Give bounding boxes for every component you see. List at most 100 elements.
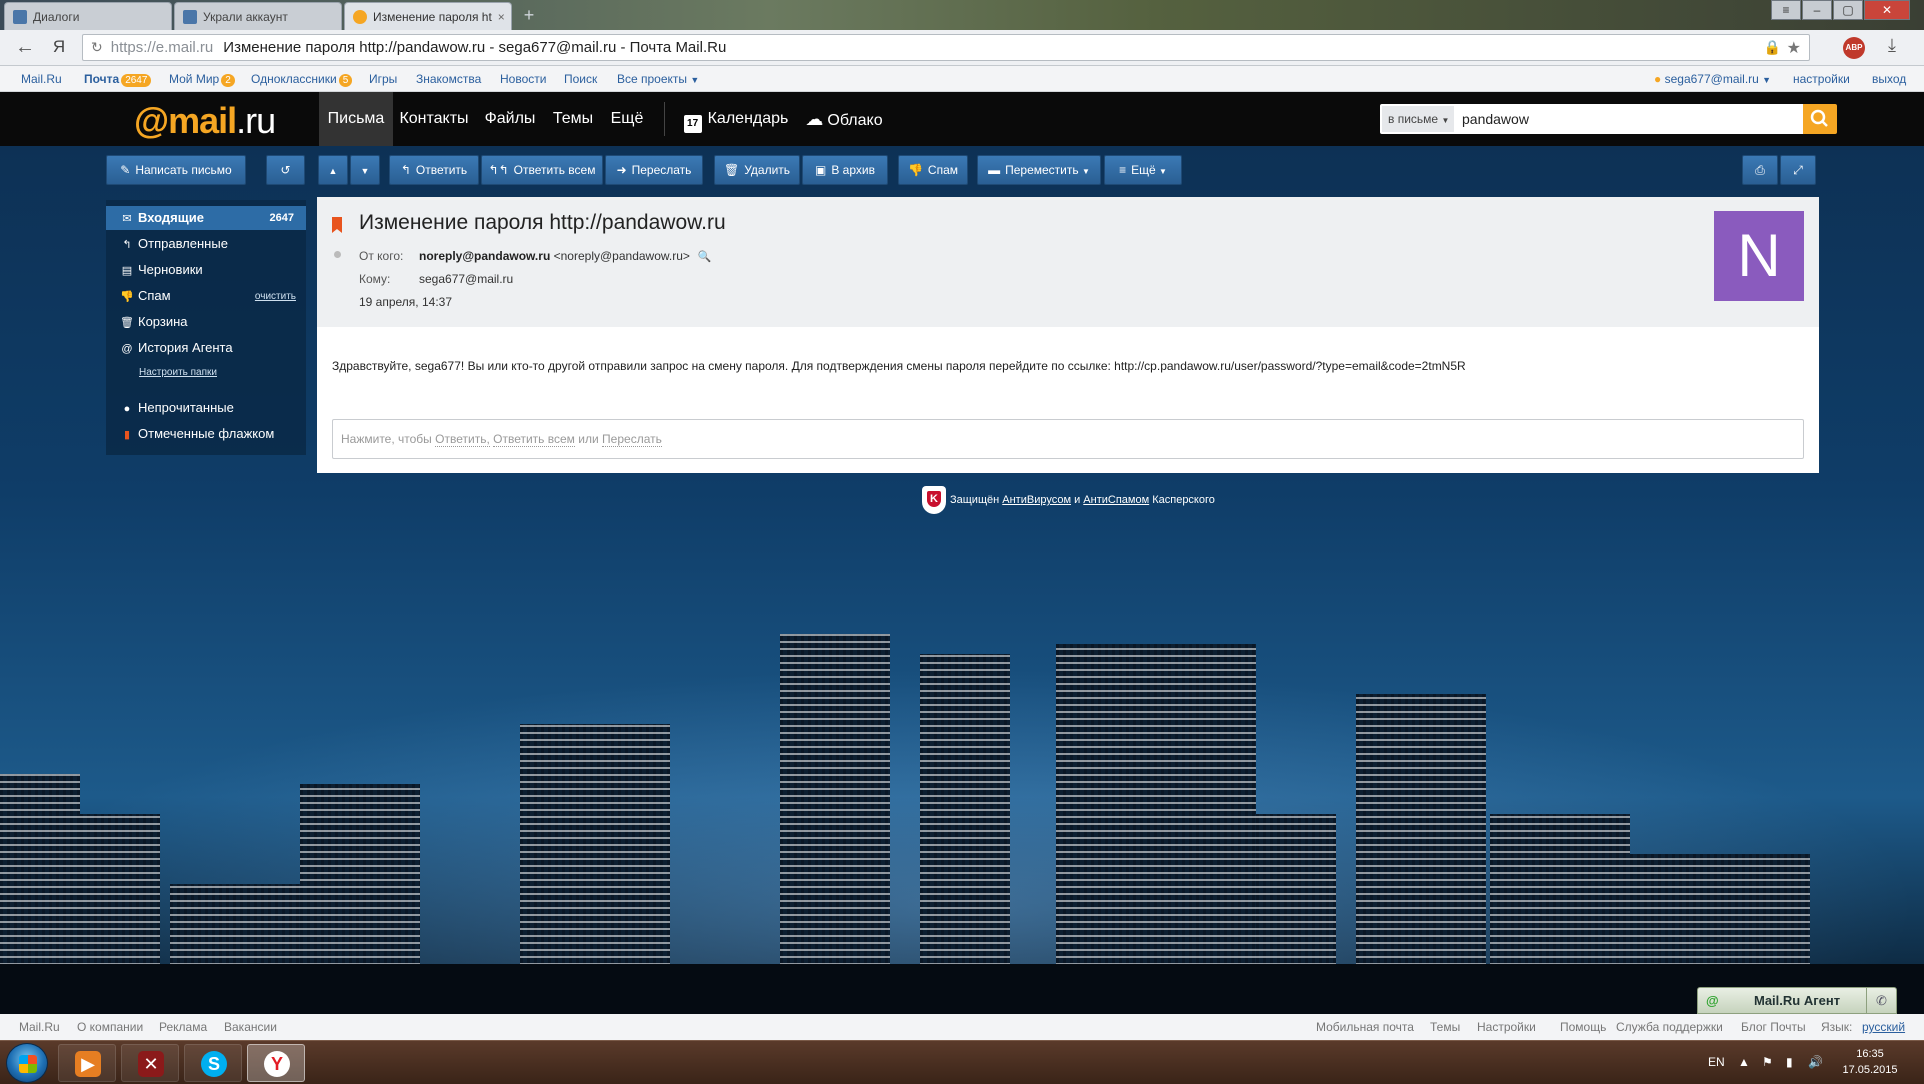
footer-link-ads[interactable]: Реклама: [159, 1020, 207, 1034]
sidebar-item-inbox[interactable]: ✉ Входящие 2647: [106, 206, 306, 230]
search-icon: [1810, 109, 1828, 127]
tray-expand-icon[interactable]: ▲: [1738, 1055, 1750, 1069]
archive-button[interactable]: ▣ В архив: [802, 155, 888, 185]
sidebar-item-trash[interactable]: 🗑 Корзина: [106, 310, 306, 334]
taskbar-app-skype[interactable]: S: [184, 1044, 242, 1082]
network-icon[interactable]: ▮: [1786, 1055, 1793, 1069]
nav-cloud[interactable]: ☁ Облако: [802, 92, 886, 146]
read-status-icon[interactable]: [334, 251, 341, 258]
compose-button[interactable]: ✎ Написать письмо: [106, 155, 246, 185]
portal-link-news[interactable]: Новости: [500, 72, 546, 86]
sidebar-item-drafts[interactable]: ▤ Черновики: [106, 258, 306, 282]
portal-link-mail[interactable]: Почта 2647: [84, 72, 152, 87]
search-button[interactable]: [1803, 104, 1837, 134]
prev-message-button[interactable]: ▲: [318, 155, 348, 185]
yandex-button[interactable]: Я: [48, 37, 70, 59]
reply-button[interactable]: ↰ Ответить: [389, 155, 479, 185]
portal-link-all-projects[interactable]: Все проекты ▼: [617, 72, 699, 86]
footer-link-settings[interactable]: Настройки: [1477, 1020, 1536, 1034]
portal-link-search[interactable]: Поиск: [564, 72, 597, 86]
portal-link-mailru[interactable]: Mail.Ru: [21, 72, 62, 86]
browser-tab-stolen-account[interactable]: Украли аккаунт: [174, 2, 342, 30]
spam-button[interactable]: 👎 Спам: [898, 155, 968, 185]
browser-tab-dialogs[interactable]: Диалоги: [4, 2, 172, 30]
portal-link-settings[interactable]: настройки: [1793, 72, 1850, 86]
portal-link-logout[interactable]: выход: [1872, 72, 1906, 86]
quick-forward-link[interactable]: Переслать: [602, 432, 662, 447]
sidebar-item-agent-history[interactable]: @ История Агента: [106, 336, 306, 360]
setup-folders-link[interactable]: Настроить папки: [139, 367, 217, 378]
search-box[interactable]: в письме ▼ pandawow ▼: [1380, 104, 1820, 134]
footer-link-mailru[interactable]: Mail.Ru: [19, 1020, 60, 1034]
quick-reply-all-link[interactable]: Ответить всем: [493, 432, 575, 447]
maximize-icon[interactable]: ▢: [1833, 0, 1863, 20]
reload-icon[interactable]: ↻: [91, 39, 103, 56]
search-sender-icon[interactable]: 🔍: [698, 251, 712, 263]
download-icon[interactable]: ⤓: [1888, 35, 1896, 56]
footer-lang-select[interactable]: русский: [1862, 1020, 1905, 1034]
quick-reply-field[interactable]: Нажмите, чтобы Ответить, Ответить всем и…: [332, 419, 1804, 459]
move-button[interactable]: ▬ Переместить ▼: [977, 155, 1101, 185]
reply-all-button[interactable]: ↰↰ Ответить всем: [481, 155, 603, 185]
mailru-logo[interactable]: @mail.ru: [134, 100, 276, 142]
nav-letters[interactable]: Письма: [319, 92, 393, 146]
quick-reply-link[interactable]: Ответить,: [435, 432, 490, 447]
flag-icon[interactable]: [332, 217, 342, 233]
mailru-agent-widget[interactable]: @ Mail.Ru Агент ✆: [1697, 987, 1897, 1014]
nav-contacts[interactable]: Контакты: [396, 92, 472, 146]
new-tab-button[interactable]: +: [518, 6, 540, 26]
nav-files[interactable]: Файлы: [476, 92, 544, 146]
taskbar-clock[interactable]: 16:35 17.05.2015: [1840, 1046, 1900, 1078]
footer-link-blog[interactable]: Блог Почты: [1741, 1020, 1806, 1034]
forward-button[interactable]: ➜ Переслать: [605, 155, 703, 185]
portal-link-odnoklassniki[interactable]: Одноклассники 5: [251, 72, 353, 87]
footer-link-themes[interactable]: Темы: [1430, 1020, 1460, 1034]
menu-icon[interactable]: ≡: [1771, 0, 1801, 20]
portal-link-games[interactable]: Игры: [369, 72, 397, 86]
print-button[interactable]: ⎙: [1742, 155, 1778, 185]
footer-link-help[interactable]: Помощь: [1560, 1020, 1606, 1034]
search-scope-select[interactable]: в письме ▼: [1382, 106, 1454, 132]
url-field[interactable]: ↻ https://e.mail.ru Изменение пароля htt…: [82, 34, 1810, 61]
input-language[interactable]: EN: [1708, 1055, 1725, 1069]
browser-tab-active[interactable]: Изменение пароля ht ×: [344, 2, 512, 30]
delete-button[interactable]: 🗑 Удалить: [714, 155, 800, 185]
close-icon[interactable]: ×: [492, 10, 505, 24]
footer-link-support[interactable]: Служба поддержки: [1616, 1020, 1723, 1034]
draft-icon: ▤: [121, 265, 133, 277]
minimize-icon[interactable]: –: [1802, 0, 1832, 20]
action-center-icon[interactable]: ⚑: [1762, 1055, 1773, 1069]
nav-themes[interactable]: Темы: [546, 92, 600, 146]
undo-button[interactable]: ↺: [266, 155, 305, 185]
nav-calendar[interactable]: 17 Календарь: [682, 92, 790, 146]
bookmark-star-icon[interactable]: ★: [1787, 38, 1801, 58]
nav-more[interactable]: Ещё: [604, 92, 650, 146]
user-menu[interactable]: ● sega677@mail.ru ▼: [1654, 72, 1771, 86]
antispam-link[interactable]: АнтиСпамом: [1083, 494, 1149, 506]
taskbar-app-media-player[interactable]: ▶: [58, 1044, 116, 1082]
more-button[interactable]: ≡ Ещё ▼: [1104, 155, 1182, 185]
footer-link-jobs[interactable]: Вакансии: [224, 1020, 277, 1034]
sidebar-item-unread[interactable]: ● Непрочитанные: [106, 396, 306, 420]
start-button[interactable]: [6, 1043, 48, 1083]
sender-name[interactable]: noreply@pandawow.ru: [419, 249, 550, 263]
window-close-icon[interactable]: ✕: [1864, 0, 1910, 20]
taskbar-app-yandex-browser[interactable]: Y: [247, 1044, 305, 1082]
sidebar-item-flagged[interactable]: ▮ Отмеченные флажком: [106, 422, 306, 446]
sidebar-item-sent[interactable]: ↰ Отправленные: [106, 232, 306, 256]
back-button[interactable]: ←: [14, 37, 36, 59]
taskbar-app-dota[interactable]: ✕: [121, 1044, 179, 1082]
footer-link-mobile[interactable]: Мобильная почта: [1316, 1020, 1414, 1034]
clear-spam-link[interactable]: очистить: [255, 285, 296, 309]
next-message-button[interactable]: ▼: [350, 155, 380, 185]
antivirus-link[interactable]: АнтиВирусом: [1002, 494, 1071, 506]
search-input[interactable]: pandawow: [1462, 104, 1529, 134]
volume-icon[interactable]: 🔊: [1808, 1055, 1823, 1069]
adblock-icon[interactable]: ABP: [1843, 37, 1865, 59]
phone-icon[interactable]: ✆: [1866, 988, 1896, 1013]
portal-link-dating[interactable]: Знакомства: [416, 72, 481, 86]
footer-link-about[interactable]: О компании: [77, 1020, 143, 1034]
portal-link-my-world[interactable]: Мой Мир 2: [169, 72, 235, 87]
sidebar-item-spam[interactable]: 👎 Спам очистить: [106, 284, 306, 308]
expand-button[interactable]: ⤢: [1780, 155, 1816, 185]
